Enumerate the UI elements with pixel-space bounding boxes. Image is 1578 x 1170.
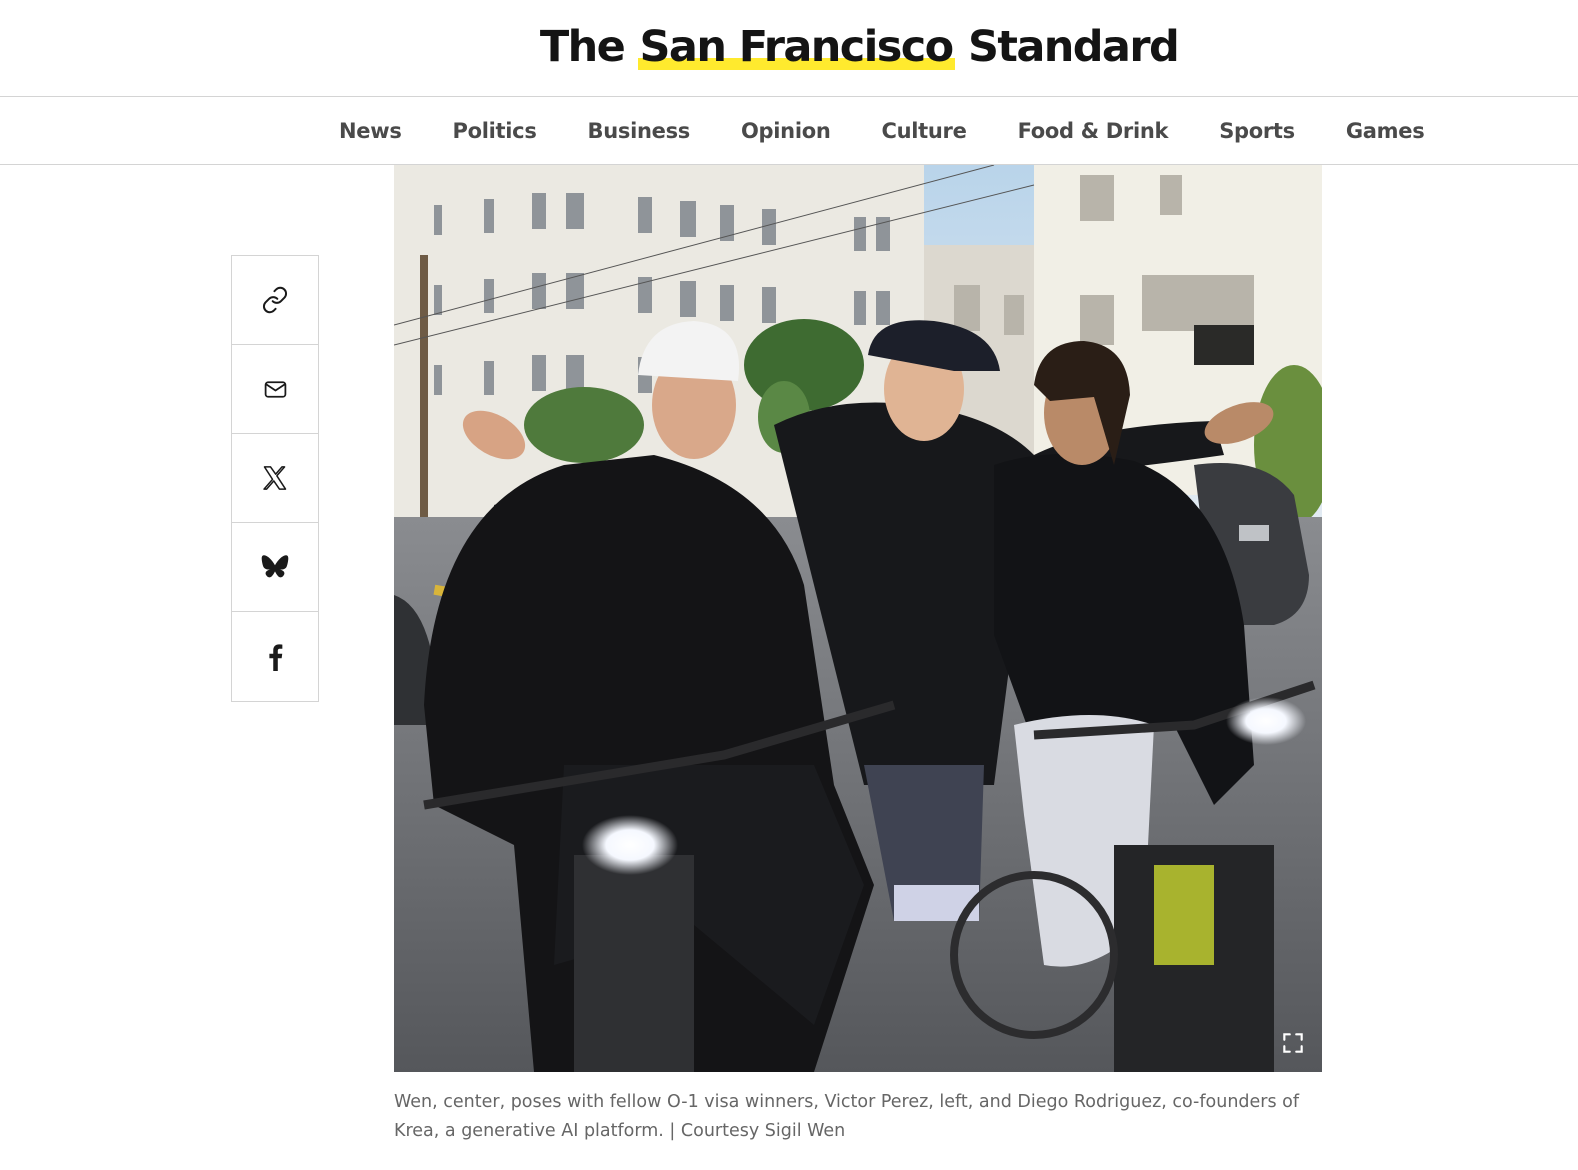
share-toolbar — [231, 255, 319, 702]
photo-scene-image — [394, 165, 1322, 1072]
logo-word-san-francisco: San Francisco — [637, 22, 955, 72]
nav-item-sports[interactable]: Sports — [1219, 119, 1295, 143]
nav-item-business[interactable]: Business — [588, 119, 691, 143]
x-icon — [263, 466, 287, 490]
nav-item-culture[interactable]: Culture — [882, 119, 967, 143]
bluesky-icon — [261, 555, 289, 578]
link-icon — [263, 286, 287, 314]
masthead: The San Francisco Standard — [0, 0, 1578, 97]
expand-icon[interactable] — [1280, 1030, 1306, 1056]
bluesky-share-button[interactable] — [232, 523, 318, 612]
article-photo[interactable] — [394, 165, 1322, 1072]
section-nav-list: News Politics Business Opinion Culture F… — [339, 97, 1425, 165]
logo-word-standard: Standard — [968, 22, 1180, 72]
nav-item-games[interactable]: Games — [1346, 119, 1425, 143]
x-share-button[interactable] — [232, 434, 318, 523]
email-share-button[interactable] — [232, 345, 318, 434]
facebook-icon — [269, 643, 283, 671]
nav-item-food-drink[interactable]: Food & Drink — [1018, 119, 1169, 143]
site-logo[interactable]: The San Francisco Standard — [0, 22, 1578, 72]
section-nav: News Politics Business Opinion Culture F… — [0, 97, 1578, 165]
copy-link-button[interactable] — [232, 256, 318, 345]
nav-item-politics[interactable]: Politics — [453, 119, 537, 143]
photo-caption: Wen, center, poses with fellow O-1 visa … — [394, 1092, 1300, 1141]
nav-item-news[interactable]: News — [339, 119, 402, 143]
logo-word-the: The — [539, 22, 626, 72]
facebook-share-button[interactable] — [232, 612, 318, 701]
nav-item-opinion[interactable]: Opinion — [741, 119, 831, 143]
email-icon — [264, 380, 286, 398]
